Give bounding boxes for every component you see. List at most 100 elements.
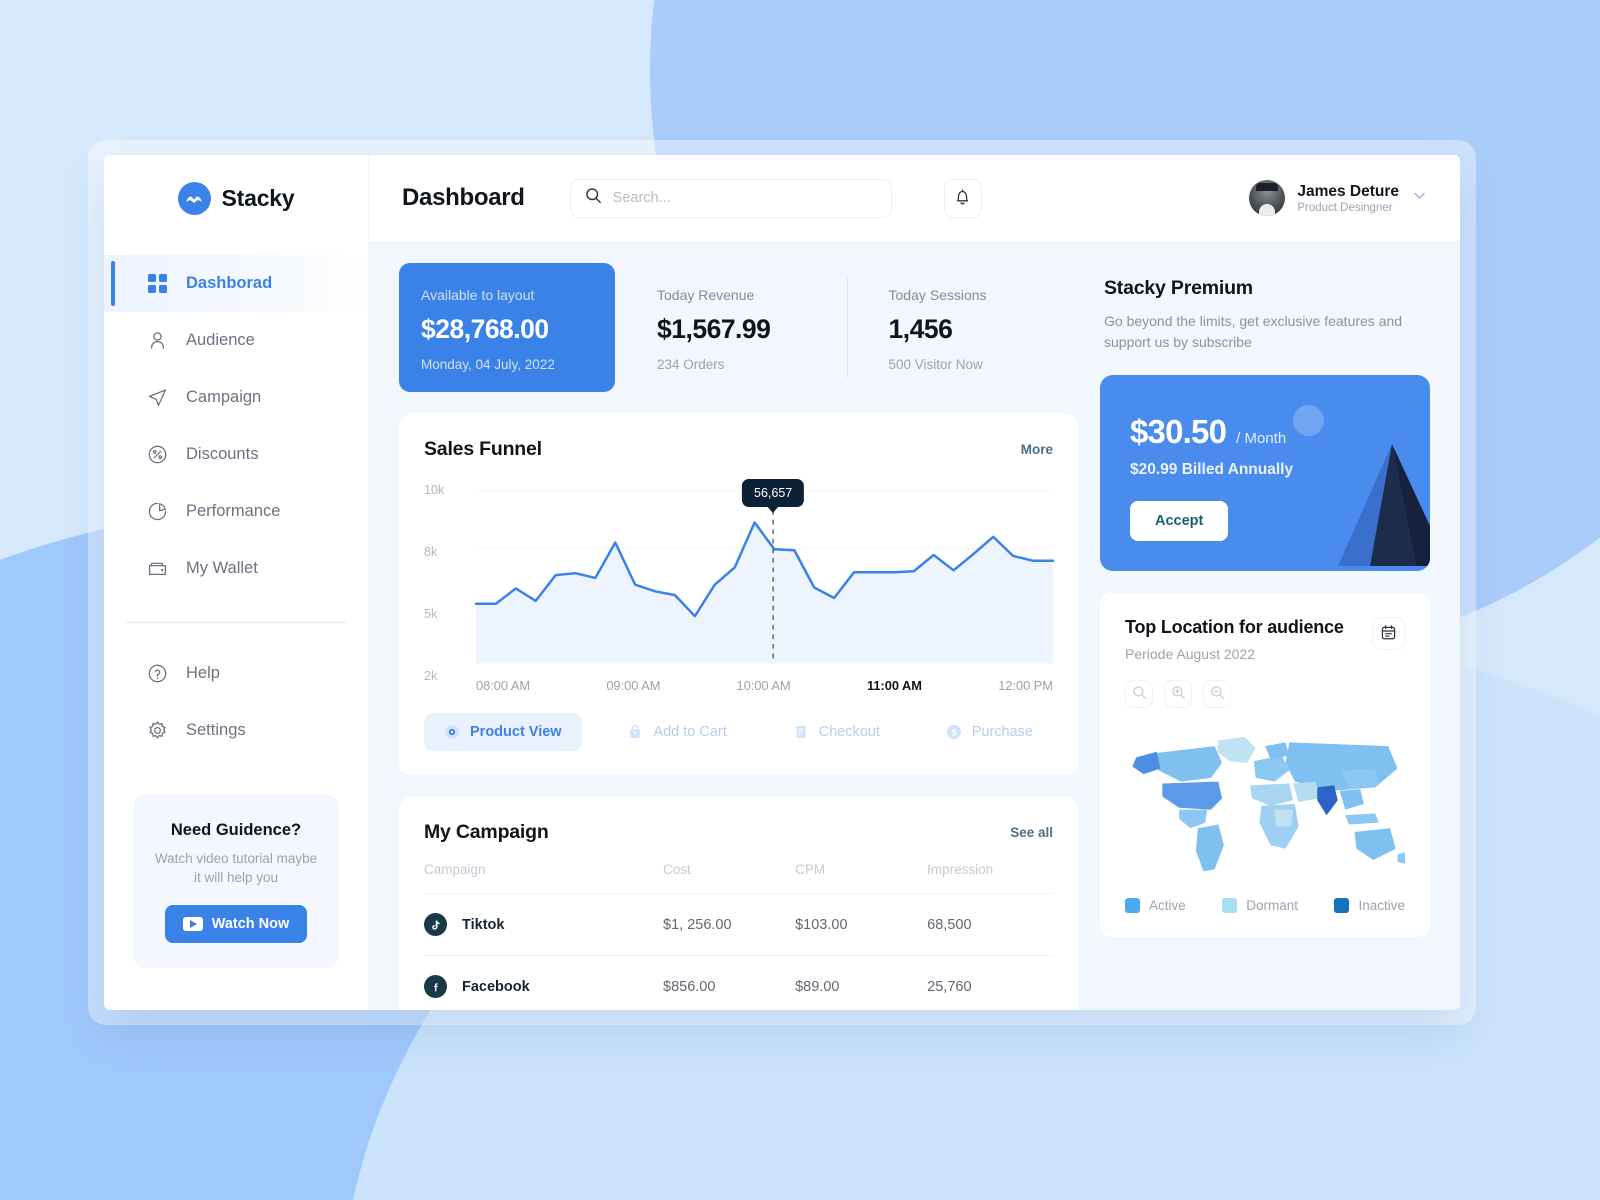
app-window: Stacky Dashborad Audience Campaign Disco…	[104, 155, 1460, 1010]
accept-button[interactable]: Accept	[1130, 501, 1229, 541]
zoom-out-icon	[1210, 685, 1225, 703]
chevron-down-icon[interactable]	[1411, 187, 1428, 209]
gear-icon	[146, 720, 168, 742]
location-titles: Top Location for audience Periode August…	[1125, 617, 1344, 662]
content-area: Available to layout $28,768.00 Monday, 0…	[369, 241, 1460, 1010]
map-zoom-in-button[interactable]	[1164, 680, 1192, 708]
premium-billed: $20.99 Billed Annually	[1130, 461, 1294, 478]
y-tick: 5k	[424, 607, 438, 621]
stat-sub: Monday, 04 July, 2022	[421, 357, 555, 372]
tiktok-icon	[424, 913, 447, 936]
search-icon	[1132, 685, 1147, 703]
x-tick-active: 11:00 AM	[866, 678, 922, 693]
my-campaign-title: My Campaign	[424, 821, 549, 843]
y-tick: 10k	[424, 483, 445, 497]
user-icon	[146, 330, 168, 352]
premium-header: Stacky Premium Go beyond the limits, get…	[1100, 263, 1430, 353]
right-column: Stacky Premium Go beyond the limits, get…	[1100, 263, 1430, 1010]
sidebar-item-audience[interactable]: Audience	[104, 312, 368, 369]
see-all-link[interactable]: See all	[1010, 825, 1053, 840]
table-row[interactable]: Facebook $856.00 $89.00 25,760	[424, 955, 1053, 1010]
cell-campaign: Facebook	[424, 955, 664, 1010]
map-zoom-out-button[interactable]	[1203, 680, 1231, 708]
cell-campaign: Tiktok	[424, 893, 664, 956]
sidebar-item-settings[interactable]: Settings	[104, 702, 368, 759]
cell-cost: $1, 256.00	[663, 893, 796, 956]
mountain-logo-icon	[177, 181, 211, 215]
brand[interactable]: Stacky	[104, 155, 368, 241]
watch-now-button[interactable]: Watch Now	[164, 905, 308, 943]
guidance-card: Need Guidence? Watch video tutorial mayb…	[133, 793, 339, 968]
table-row[interactable]: Tiktok $1, 256.00 $103.00 68,500	[424, 893, 1053, 956]
sidebar-item-help[interactable]: Help	[104, 645, 368, 702]
cell-cost: $856.00	[663, 955, 796, 1010]
user-name: James Deture	[1297, 183, 1399, 201]
legend-label: Dormant	[1246, 898, 1298, 913]
map-legend: Active Dormant Inactive	[1125, 898, 1405, 913]
user-role: Product Desingner	[1297, 201, 1393, 214]
premium-title: Stacky Premium	[1104, 277, 1253, 299]
sidebar-item-performance[interactable]: Performance	[104, 483, 368, 540]
sidebar-nav: Dashborad Audience Campaign Discounts Pe…	[104, 241, 368, 759]
tab-label: Checkout	[818, 724, 880, 740]
sidebar-item-discounts[interactable]: Discounts	[104, 426, 368, 483]
main-area: Dashboard Search... James Deture Product…	[369, 155, 1460, 1010]
watch-now-label: Watch Now	[211, 916, 290, 932]
calendar-button[interactable]	[1372, 617, 1405, 650]
funnel-tabs: Product View Add to Cart Checkout $ Purc…	[424, 713, 1053, 751]
sales-funnel-card: Sales Funnel More 10k 8k 5k 2k 56,657 08…	[399, 414, 1078, 775]
search-box[interactable]	[569, 178, 892, 218]
sidebar-item-label: Dashborad	[186, 274, 273, 292]
user-menu[interactable]: James Deture Product Desingner	[1249, 180, 1428, 216]
top-location-card: Top Location for audience Periode August…	[1100, 593, 1430, 937]
svg-text:$: $	[951, 728, 957, 739]
y-tick: 8k	[424, 545, 438, 559]
map-search-button[interactable]	[1125, 680, 1153, 708]
campaign-table-head: Campaign Cost CPM Impression	[424, 862, 1053, 894]
premium-price: $30.50	[1130, 413, 1227, 450]
x-tick: 09:00 AM	[606, 678, 661, 693]
x-tick: 12:00 PM	[998, 678, 1053, 693]
my-campaign-header: My Campaign See all	[424, 821, 1053, 844]
chart-svg	[474, 490, 1055, 664]
tab-purchase[interactable]: $ Purchase	[926, 713, 1053, 751]
world-map[interactable]	[1125, 724, 1405, 884]
tab-add-to-cart[interactable]: Add to Cart	[607, 713, 746, 751]
map-tools	[1125, 680, 1405, 708]
bell-icon	[954, 188, 971, 209]
stat-value: 1,456	[888, 314, 953, 344]
sales-funnel-more-link[interactable]: More	[1021, 442, 1053, 457]
brand-name: Stacky	[221, 184, 295, 211]
sidebar-item-label: My Wallet	[186, 559, 258, 577]
sidebar-item-my-wallet[interactable]: My Wallet	[104, 540, 368, 597]
tab-label: Product View	[470, 724, 562, 740]
search-input[interactable]	[612, 190, 877, 206]
stat-card-today-revenue: Today Revenue $1,567.99 234 Orders	[615, 263, 847, 392]
zoom-in-icon	[1171, 685, 1186, 703]
notifications-button[interactable]	[943, 178, 982, 218]
location-header: Top Location for audience Periode August…	[1125, 617, 1405, 662]
stat-label: Today Sessions	[888, 287, 987, 303]
column-header-campaign: Campaign	[424, 862, 486, 877]
tab-product-view[interactable]: Product View	[424, 713, 582, 751]
sidebar-item-label: Audience	[186, 331, 255, 349]
table-header-row: Campaign Cost CPM Impression	[424, 862, 1053, 894]
sales-funnel-header: Sales Funnel More	[424, 438, 1053, 461]
grid-icon	[146, 273, 168, 295]
column-header-cpm: CPM	[795, 862, 826, 877]
campaign-table: Campaign Cost CPM Impression Tiktok $1, …	[424, 862, 1053, 1010]
my-campaign-card: My Campaign See all Campaign Cost CPM Im…	[399, 797, 1078, 1010]
guidance-text: Watch video tutorial maybe it will help …	[154, 850, 318, 885]
sidebar-item-label: Settings	[186, 721, 246, 739]
sales-funnel-chart: 10k 8k 5k 2k 56,657 08:00 AM 09:00 AM 10…	[424, 479, 1055, 693]
tab-label: Add to Cart	[653, 724, 727, 740]
column-header-impression: Impression	[927, 862, 994, 877]
sidebar-item-campaign[interactable]: Campaign	[104, 369, 368, 426]
chart-plot: 56,657	[474, 479, 1055, 664]
page-title: Dashboard	[402, 184, 525, 211]
tab-checkout[interactable]: Checkout	[773, 713, 900, 751]
sidebar-item-dashboard[interactable]: Dashborad	[104, 255, 368, 312]
x-tick: 10:00 AM	[736, 678, 791, 693]
sidebar-item-label: Help	[186, 664, 220, 682]
price-row: $30.50 / Month	[1130, 413, 1430, 451]
